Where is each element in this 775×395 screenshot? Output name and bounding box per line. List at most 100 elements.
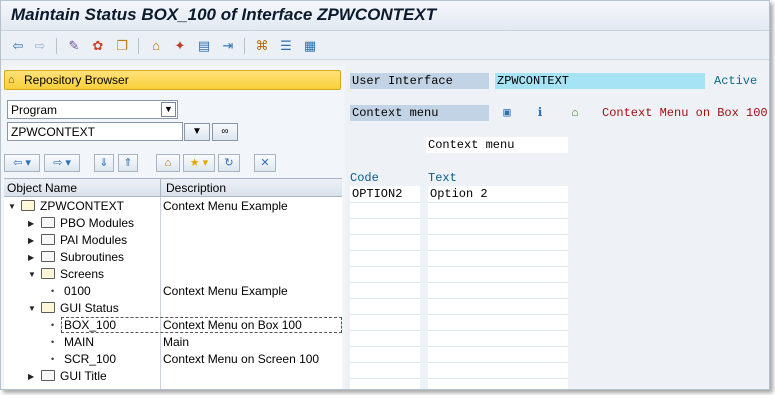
row-separator [428, 282, 568, 283]
row-separator [428, 298, 568, 299]
tree-node-name: Subroutines [60, 250, 125, 264]
hierarchy-icon[interactable]: ⌂ [567, 105, 583, 121]
hierarchy-icon[interactable]: ⌂ [147, 37, 165, 55]
row-separator [428, 378, 568, 379]
collapse-up-icon[interactable]: ⇓ [94, 154, 114, 172]
navigate-icon[interactable]: ⇥ [219, 37, 237, 55]
column-divider [160, 179, 161, 197]
chevron-right-icon[interactable]: ▶ [28, 251, 38, 264]
tree-node[interactable]: • 0100 Context Menu Example [4, 283, 342, 300]
tree-node[interactable]: • SCR_100 Context Menu on Screen 100 [4, 351, 342, 368]
tree-node[interactable]: ▼ ZPWCONTEXT Context Menu Example [4, 198, 342, 215]
stack-icon[interactable]: ☰ [277, 37, 295, 55]
display-button[interactable]: ▼ [184, 123, 210, 141]
chevron-down-icon[interactable]: ▼ [28, 268, 38, 281]
tree-node-name: SCR_100 [64, 352, 117, 366]
glasses-icon[interactable]: ∞ [212, 123, 238, 141]
entry-text[interactable]: Option 2 [430, 186, 488, 202]
toolbar-separator [56, 38, 57, 54]
object-tree: Object Name Description ▼ ZPWCONTEXT Conte… [4, 178, 342, 389]
bullet-icon: • [51, 320, 55, 330]
chevron-down-icon[interactable]: ▼ [161, 102, 176, 117]
tree-node-description: Main [163, 335, 190, 349]
previous-object-button[interactable]: ⇦ ▾ [4, 154, 40, 172]
repository-browser-pane: ⌂ Repository Browser Program ▼ ZPWCONTEX… [1, 66, 345, 389]
glasses-pencil-icon[interactable]: ✎ [65, 37, 83, 55]
status-editor-pane: User Interface ZPWCONTEXT Active Context… [348, 66, 769, 389]
row-separator [350, 266, 420, 267]
folder-icon [21, 200, 35, 211]
tree-node[interactable]: ▶ PAI Modules [4, 232, 342, 249]
tree-node[interactable]: ▼ GUI Status [4, 300, 342, 317]
column-header-code: Code [350, 171, 379, 185]
tree-node[interactable]: ▶ Subroutines [4, 249, 342, 266]
chevron-right-icon[interactable]: ▶ [28, 234, 38, 247]
close-icon[interactable]: ✕ [254, 154, 276, 172]
tree-node-name: PBO Modules [60, 216, 135, 230]
next-object-button[interactable]: ⇨ ▾ [44, 154, 80, 172]
chevron-right-icon[interactable]: ▶ [28, 370, 38, 383]
display-object-list-icon[interactable]: ▤ [195, 37, 213, 55]
repository-browser-header[interactable]: ⌂ Repository Browser [4, 70, 341, 90]
forward-arrow-icon[interactable]: ⇨ [31, 37, 49, 55]
row-separator [428, 314, 568, 315]
row-separator [350, 298, 420, 299]
status-description: Context Menu on Box 100 [602, 106, 768, 120]
attributes-icon[interactable]: ▣ [499, 105, 515, 121]
tree-node-name: PAI Modules [60, 233, 128, 247]
tree-node-description: Context Menu Example [163, 284, 288, 298]
row-separator [428, 266, 568, 267]
row-separator [350, 378, 420, 379]
row-separator [350, 218, 420, 219]
tree-node[interactable]: ▶ PBO Modules [4, 215, 342, 232]
text-column[interactable] [428, 186, 568, 389]
where-used-icon[interactable]: ⌘ [253, 37, 271, 55]
tree-node-name: Screens [60, 267, 105, 281]
sap-window: Maintain Status BOX_100 of Interface ZPW… [0, 0, 770, 390]
tree-header: Object Name Description [4, 179, 342, 197]
chevron-right-icon[interactable]: ▶ [28, 217, 38, 230]
tree-node[interactable]: • MAIN Main [4, 334, 342, 351]
tree-node[interactable]: ▼ Screens [4, 266, 342, 283]
tree-navigation-toolbar: ⇦ ▾ ⇨ ▾ ⇓ ⇑ ⌂ ★ ▾ ↻ ✕ [4, 154, 341, 174]
folder-icon [41, 234, 55, 245]
column-header-text: Text [428, 171, 457, 185]
refresh-icon[interactable]: ↻ [218, 154, 240, 172]
info-icon[interactable]: ℹ [532, 105, 548, 121]
magic-wand-icon[interactable]: ✦ [171, 37, 189, 55]
row-separator [350, 346, 420, 347]
hierarchy-icon[interactable]: ⌂ [156, 154, 180, 172]
tree-node[interactable]: ▶ GUI Title [4, 368, 342, 385]
window-title: Maintain Status BOX_100 of Interface ZPW… [11, 5, 437, 24]
code-column[interactable] [350, 186, 420, 389]
status-type-label: Context menu [350, 105, 489, 121]
user-interface-value[interactable]: ZPWCONTEXT [495, 73, 705, 89]
tree-node[interactable]: • BOX_100 Context Menu on Box 100 [4, 317, 342, 334]
tree-node-name: BOX_100 [64, 318, 117, 332]
tree-node-name: GUI Status [60, 301, 119, 315]
status-badge: Active [714, 74, 758, 88]
folder-icon [41, 217, 55, 228]
activate-icon[interactable]: ✿ [89, 37, 107, 55]
entry-code[interactable]: OPTION2 [352, 186, 402, 202]
column-header-description[interactable]: Description [166, 181, 226, 195]
folder-icon [41, 251, 55, 262]
chevron-down-icon[interactable]: ▼ [28, 302, 38, 315]
back-arrow-icon[interactable]: ⇦ [9, 37, 27, 55]
folder-icon [41, 268, 55, 279]
bullet-icon: • [51, 337, 55, 347]
chevron-down-icon[interactable]: ▼ [8, 200, 18, 213]
bullet-icon: • [51, 354, 55, 364]
object-type-value: Program [11, 103, 58, 117]
object-name-input[interactable]: ZPWCONTEXT [7, 122, 183, 141]
tree-node-name: 0100 [64, 284, 91, 298]
copy-object-icon[interactable]: ❐ [113, 37, 131, 55]
object-type-select[interactable]: Program ▼ [7, 100, 178, 119]
menu-title[interactable]: Context menu [426, 137, 568, 153]
row-separator [428, 234, 568, 235]
column-header-object-name[interactable]: Object Name [7, 181, 77, 195]
favorites-star-icon[interactable]: ★ ▾ [183, 154, 215, 172]
list-icon[interactable]: ▦ [301, 37, 319, 55]
expand-up-icon[interactable]: ⇑ [118, 154, 138, 172]
row-separator [350, 362, 420, 363]
